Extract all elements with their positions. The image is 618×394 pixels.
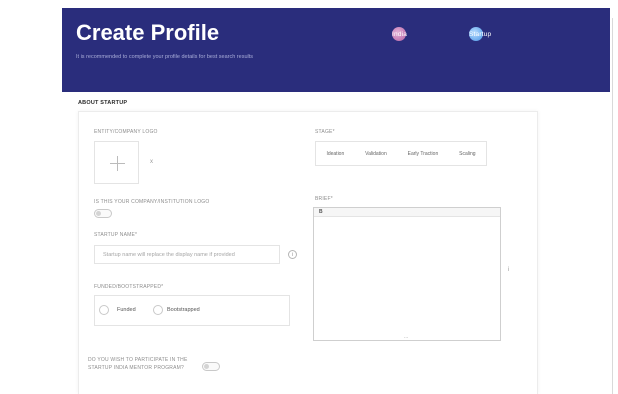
section-title: ABOUT STARTUP: [78, 100, 128, 106]
funded-label: FUNDED/BOOTSTRAPPED*: [94, 284, 164, 290]
stage-option-early-traction[interactable]: Early Traction: [408, 151, 439, 157]
funded-radio[interactable]: [99, 305, 109, 315]
logo-upload[interactable]: [94, 141, 139, 184]
page-subtitle: It is recommended to complete your profi…: [76, 54, 253, 60]
tag-startup-label: Startup: [469, 30, 492, 38]
bootstrapped-radio[interactable]: [153, 305, 163, 315]
funded-option-label: Funded: [117, 307, 136, 313]
mentor-program-toggle[interactable]: [202, 362, 220, 371]
startup-name-label: STARTUP NAME*: [94, 232, 138, 238]
brief-info-icon[interactable]: i: [508, 267, 509, 273]
editor-toolbar: B: [314, 208, 500, 217]
logo-label: ENTITY/COMPANY LOGO: [94, 129, 158, 135]
remove-logo-icon[interactable]: x: [150, 159, 153, 165]
page-title: Create Profile: [76, 20, 220, 45]
stage-label: STAGE*: [315, 129, 335, 135]
mentor-program-label: DO YOU WISH TO PARTICIPATE IN THE STARTU…: [88, 357, 188, 371]
startup-name-input[interactable]: Startup name will replace the display na…: [94, 245, 280, 264]
page-header: Create Profile It is recommended to comp…: [62, 8, 610, 92]
same-logo-toggle[interactable]: [94, 209, 112, 218]
stage-option-validation[interactable]: Validation: [365, 151, 387, 157]
tag-startup[interactable]: Startup: [469, 27, 491, 41]
tag-india[interactable]: India: [392, 27, 408, 41]
tag-india-label: India: [392, 30, 408, 38]
same-logo-label: IS THIS YOUR COMPANY/INSTITUTION LOGO: [94, 199, 210, 205]
resize-handle[interactable]: ...: [404, 334, 408, 340]
brief-label: BRIEF*: [315, 196, 333, 202]
stage-selector: Ideation Validation Early Traction Scali…: [315, 141, 487, 166]
stage-option-scaling[interactable]: Scaling: [459, 151, 475, 157]
info-icon[interactable]: i: [288, 250, 297, 259]
bootstrapped-option-label: Bootstrapped: [167, 307, 200, 313]
brief-textarea[interactable]: B ...: [313, 207, 501, 341]
divider: [612, 18, 613, 394]
stage-option-ideation[interactable]: Ideation: [326, 151, 344, 157]
bold-button[interactable]: B: [319, 209, 323, 215]
